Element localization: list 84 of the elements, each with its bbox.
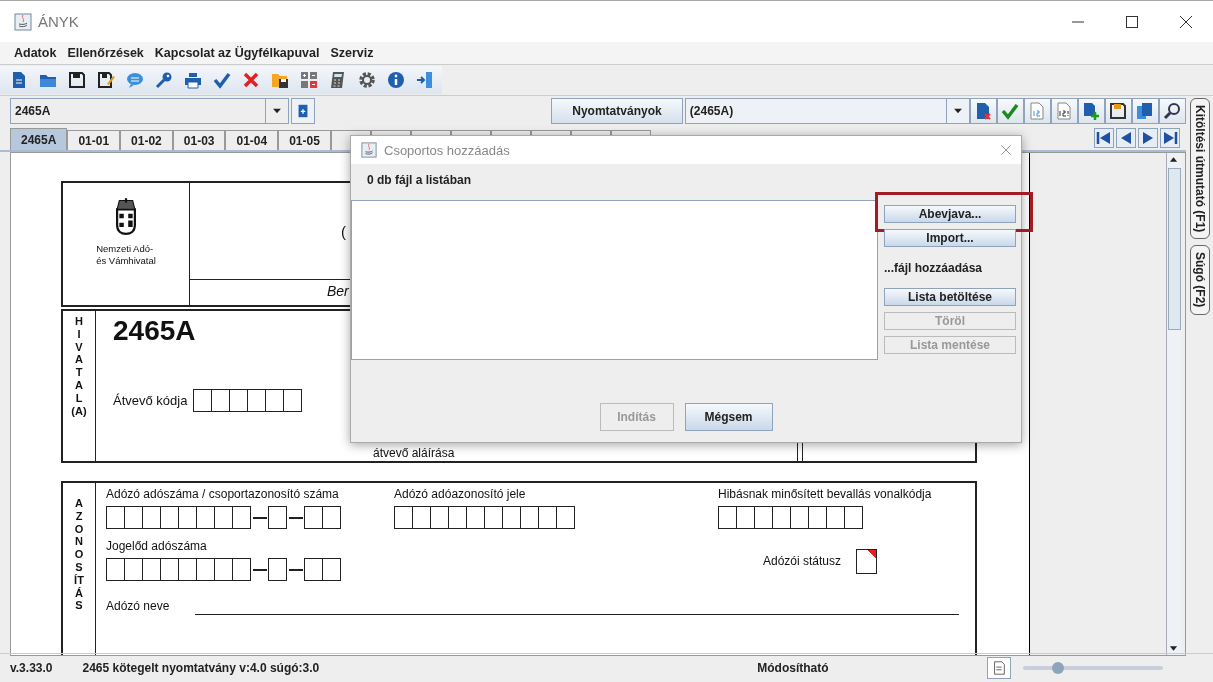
key-icon[interactable] [155,71,173,89]
file-count-label: 0 db fájl a listában [367,173,472,187]
numbered-page-alert-button[interactable] [1051,98,1078,124]
documents-icon [1136,102,1155,120]
section-sublabel: (A) [71,404,87,417]
calculator-icon[interactable] [329,71,347,89]
form-info-label: 2465 kötegelt nyomtatvány v:4.0 súgó:3.0 [82,661,320,675]
menu-item[interactable]: Ellenőrzések [67,44,144,62]
menu-item[interactable]: Szerviz [330,44,374,62]
form-code: 2465A [113,315,197,347]
mode-label: Módosítható [757,661,829,675]
field-label: Hibásnak minősített bevallás vonalkódja [718,487,933,501]
exit-door-icon[interactable] [416,71,434,89]
zoom-slider[interactable] [1022,662,1163,674]
document-remove-icon [974,102,993,120]
document-add-icon [1082,102,1101,120]
app-icon [361,142,377,158]
floppy-pencil-icon[interactable] [97,71,115,89]
name-input-line[interactable] [195,614,960,615]
add-form-button[interactable] [291,98,316,124]
page-tab[interactable]: 01-01 [67,130,121,150]
speech-bubble-icon[interactable] [126,71,144,89]
first-page-icon[interactable] [1094,128,1114,148]
signature-label: átvevő aláírása [373,446,455,460]
caption-label: ...fájl hozzáadása [884,260,984,277]
dialog-button[interactable]: Abevjava... [884,205,1016,223]
authority-name: Nemzeti Adó- és Vámhivatal [96,243,156,267]
side-tab[interactable]: Kitöltési útmutató (F1) [1189,98,1210,240]
floppy-icon [1109,102,1128,120]
window-title: ÁNYK [38,13,79,30]
page-tab[interactable]: 01-03 [172,130,226,150]
cross-icon[interactable] [242,71,260,89]
numbered-page-alert-icon [1055,102,1074,120]
dialog-title: Csoportos hozzáadás [384,142,510,158]
search-button[interactable] [1159,98,1186,124]
forms-button[interactable]: Nyomtatványok [551,98,683,124]
form-title: ( [341,222,346,240]
page-tab[interactable]: 01-02 [120,130,173,150]
documents-button[interactable] [1132,98,1159,124]
status-input-box[interactable] [857,548,878,574]
info-icon[interactable] [387,71,405,89]
folder-floppy-icon[interactable] [271,71,289,89]
field-label: Jogelőd adószáma [106,539,208,553]
printer-icon[interactable] [184,71,202,89]
version-label: v.3.33.0 [10,661,53,675]
form-dropdown[interactable]: 2465A [10,98,290,124]
floppy-button[interactable] [1105,98,1132,124]
dialog-button[interactable]: Lista betöltése [884,288,1016,306]
previous-page-icon[interactable] [1116,128,1136,148]
side-tab[interactable]: Súgó (F2) [1189,245,1210,315]
checkmark-icon [1001,102,1020,120]
page-tab[interactable]: 01-04 [225,130,279,150]
field-label: Átvevő kódja [113,393,188,408]
field-label: Adózó adóazonosító jele [394,487,527,501]
menu-item[interactable]: Adatok [14,44,57,62]
field-label: Adózói státusz [763,554,842,568]
search-icon [1163,102,1182,120]
field-label: Adózó neve [106,599,170,613]
checkmark-button[interactable] [997,98,1024,124]
menu-item[interactable]: Kapcsolat az Ügyfélkapuval [154,44,320,62]
vertical-scrollbar[interactable] [1166,153,1182,655]
page-tab[interactable]: 2465A [10,128,68,150]
calculator-keys-icon[interactable] [300,71,318,89]
document-remove-button[interactable] [970,98,997,124]
page-tab[interactable]: 01-05 [278,130,331,150]
slider-thumb[interactable] [1051,662,1064,674]
checkmark-icon[interactable] [213,71,231,89]
floppy-icon[interactable] [68,71,86,89]
numbered-page-icon [1028,102,1047,120]
digit-input-boxes[interactable] [194,389,303,412]
numbered-page-button[interactable] [1024,98,1051,124]
gear-icon[interactable] [358,71,376,89]
app-icon [14,12,32,31]
section-label: HIVATAL [74,315,84,405]
dialog-button[interactable]: Import... [884,229,1016,247]
document-icon[interactable] [10,71,28,89]
field-label: Adózó adószáma / csoportazonosító száma [106,487,340,501]
last-page-icon[interactable] [1160,128,1180,148]
form-subtitle: Ber [327,283,349,299]
dialog-button[interactable]: Mégsem [684,403,773,431]
next-page-icon[interactable] [1138,128,1158,148]
section-label: AZONOSÍTÁS [74,497,84,613]
form-list-dropdown[interactable]: (2465A) [684,98,970,124]
document-add-button[interactable] [1078,98,1105,124]
